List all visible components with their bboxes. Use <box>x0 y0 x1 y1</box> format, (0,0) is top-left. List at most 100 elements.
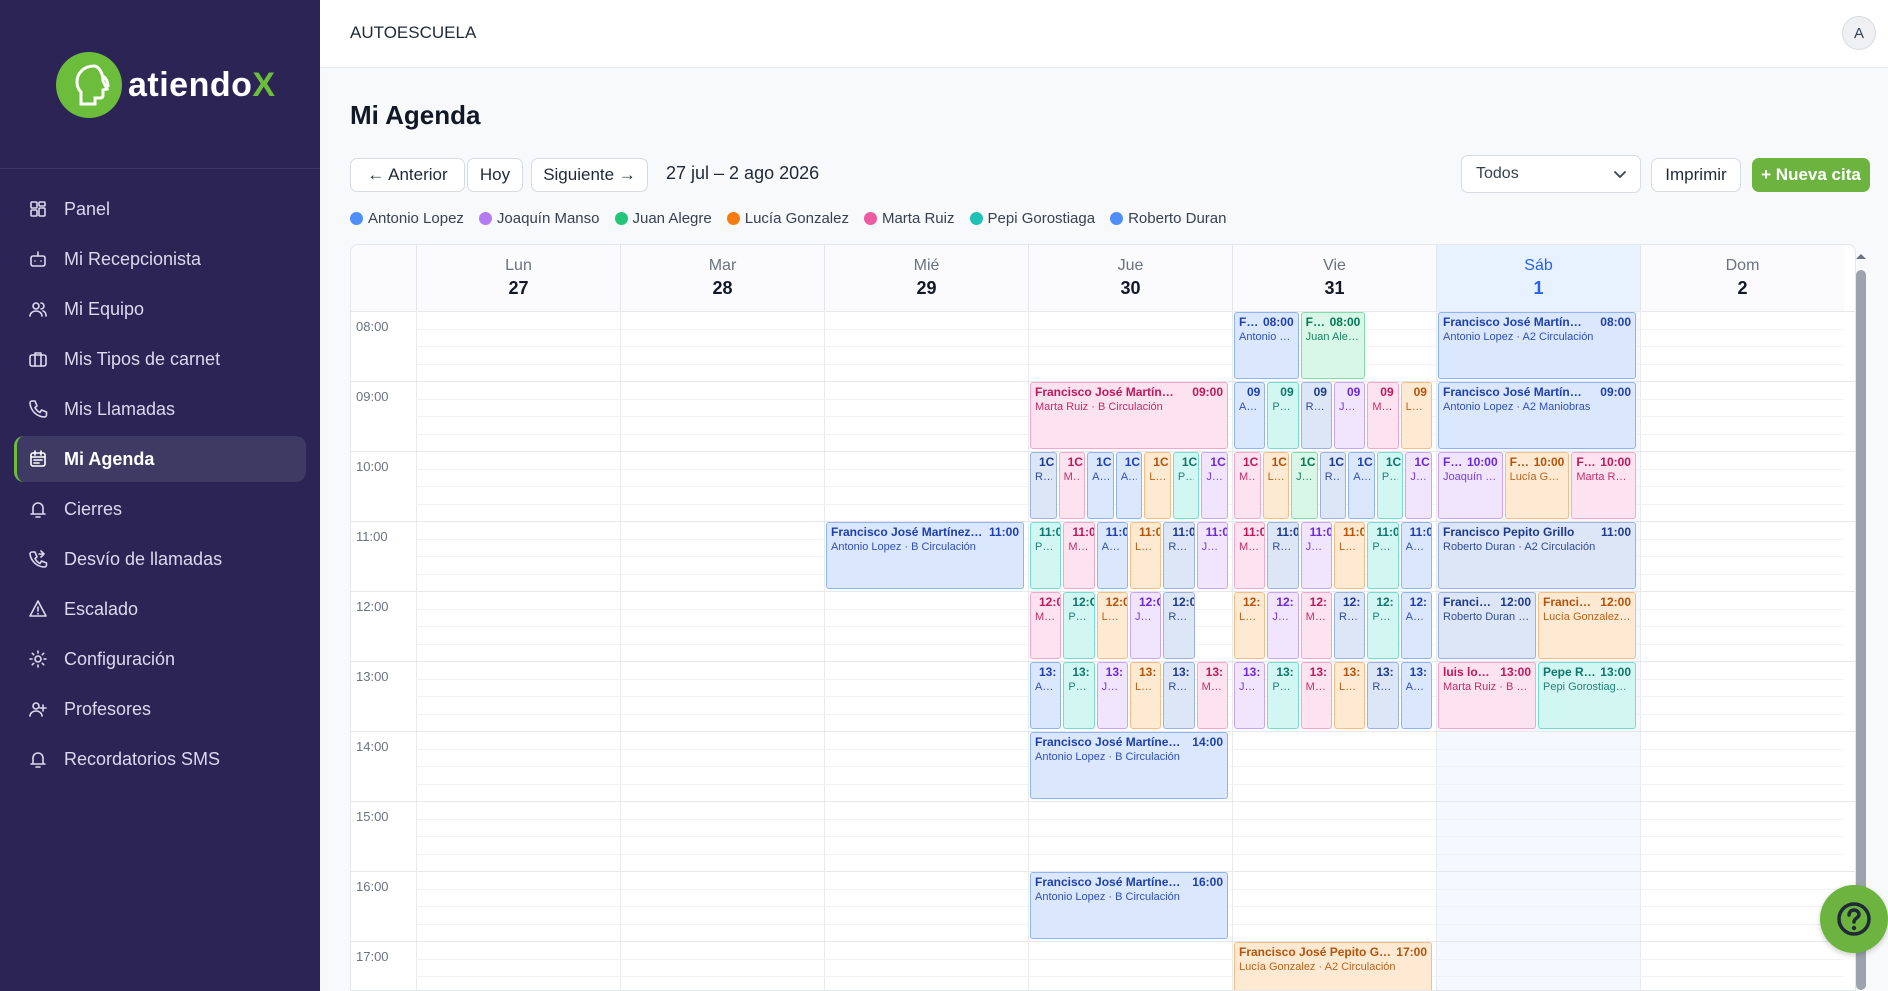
user-avatar[interactable]: A <box>1842 16 1876 50</box>
appointment-event[interactable]: Francisco José Martín… 08:00 Antonio Lopez… <box>1438 312 1636 379</box>
appointment-event[interactable]: 12:C Joa… <box>1130 592 1162 659</box>
brand-logo[interactable]: atiendoX <box>56 52 276 118</box>
sidebar-item-profesores[interactable]: Profesores <box>14 686 306 732</box>
sidebar-item-mi-recepcionista[interactable]: Mi Recepcionista <box>14 236 306 282</box>
appointment-event[interactable]: 1C A… <box>1087 452 1114 519</box>
day-header[interactable]: Mié 29 <box>824 245 1028 311</box>
next-week-button[interactable]: Siguiente → <box>531 158 648 192</box>
sidebar-item-mi-equipo[interactable]: Mi Equipo <box>14 286 306 332</box>
day-header[interactable]: Vie 31 <box>1232 245 1436 311</box>
scroll-up-arrow-icon[interactable] <box>1853 250 1869 262</box>
sidebar-item-panel[interactable]: Panel <box>14 186 306 232</box>
sidebar-item-mi-agenda[interactable]: Mi Agenda <box>14 436 306 482</box>
appointment-event[interactable]: Francisco José Martíne… 14:00 Antonio Lope… <box>1030 732 1228 799</box>
appointment-event[interactable]: Francisco José Martín… 09:00 Marta Ruiz · … <box>1030 382 1228 449</box>
appointment-event[interactable]: 11:0 Pe… <box>1367 522 1399 589</box>
day-header[interactable]: Jue 30 <box>1028 245 1232 311</box>
appointment-event[interactable]: 11:0 M… <box>1234 522 1266 589</box>
appointment-event[interactable]: 13: Lu… <box>1334 662 1366 729</box>
appointment-event[interactable]: 13: A… <box>1030 662 1062 729</box>
appointment-event[interactable]: 11:0 Jo… <box>1300 522 1332 589</box>
appointment-event[interactable]: 1C L… <box>1144 452 1171 519</box>
appointment-event[interactable]: 1C A… <box>1348 452 1375 519</box>
appointment-event[interactable]: 13: A… <box>1400 662 1432 729</box>
appointment-event[interactable]: Franci…08:00 Antonio Lopez ·… <box>1234 312 1299 379</box>
appointment-event[interactable]: F… 10:00 Marta Ru… <box>1571 452 1636 519</box>
sidebar-item-escalado[interactable]: Escalado <box>14 586 306 632</box>
appointment-event[interactable]: 1C A… <box>1115 452 1143 519</box>
appointment-event[interactable]: 13: Jo… <box>1096 662 1128 729</box>
appointment-event[interactable]: 09 Lu… <box>1400 382 1432 449</box>
appointment-event[interactable]: 1C L… <box>1262 452 1290 519</box>
appointment-event[interactable]: 09 A… <box>1234 382 1266 449</box>
appointment-event[interactable]: 12:0 Ro… <box>1163 592 1195 659</box>
sidebar-item-mis-tipos-de-carnet[interactable]: Mis Tipos de carnet <box>14 336 306 382</box>
appointment-event[interactable]: 13: Pe… <box>1063 662 1095 729</box>
day-header[interactable]: Lun 27 <box>416 245 620 311</box>
appointment-event[interactable]: Francisco José Pepito G… 17:00 Lucía Gonza… <box>1234 942 1432 990</box>
today-button[interactable]: Hoy <box>467 158 523 192</box>
appointment-event[interactable]: 09 M… <box>1367 382 1399 449</box>
appointment-event[interactable]: Francisco Pepito Grillo 11:00 Roberto Dura… <box>1438 522 1636 589</box>
appointment-event[interactable]: 1C J… <box>1291 452 1318 519</box>
appointment-event[interactable]: 12:C Pep… <box>1063 592 1095 659</box>
prev-week-button[interactable]: ← Anterior <box>350 158 465 192</box>
appointment-event[interactable]: 11:0 Pe… <box>1030 522 1062 589</box>
teacher-filter-select[interactable]: Todos <box>1461 155 1641 193</box>
appointment-event[interactable]: Pepe R… 13:00 Pepi Gorostiag… <box>1538 662 1636 729</box>
appointment-event[interactable]: 12: A… <box>1400 592 1432 659</box>
day-header[interactable]: Sáb 1 <box>1436 245 1640 311</box>
day-header[interactable]: Mar 28 <box>620 245 824 311</box>
appointment-event[interactable]: 1C J… <box>1201 452 1228 519</box>
appointment-event[interactable]: 11:0 Jo… <box>1196 522 1228 589</box>
appointment-event[interactable]: Francisco José Martíne… 16:00 Antonio Lope… <box>1030 872 1228 939</box>
sidebar-item-recordatorios-sms[interactable]: Recordatorios SMS <box>14 736 306 782</box>
sidebar-item-cierres[interactable]: Cierres <box>14 486 306 532</box>
appointment-event[interactable]: 13: Ro… <box>1367 662 1399 729</box>
appointment-event[interactable]: 13: Ro… <box>1163 662 1195 729</box>
appointment-event[interactable]: 11:0 Lu… <box>1130 522 1162 589</box>
appointment-event[interactable]: 11:0 A… <box>1400 522 1432 589</box>
appointment-event[interactable]: 11:0 Lu… <box>1334 522 1366 589</box>
appointment-event[interactable]: 12:0 Luc… <box>1096 592 1128 659</box>
appointment-event[interactable]: 12: Lu… <box>1234 592 1266 659</box>
appointment-event[interactable]: 12: M… <box>1300 592 1332 659</box>
appointment-event[interactable]: Franci…08:00 Juan Alegre · A… <box>1300 312 1366 379</box>
appointment-event[interactable]: 13: M… <box>1300 662 1332 729</box>
sidebar-item-mis-llamadas[interactable]: Mis Llamadas <box>14 386 306 432</box>
appointment-event[interactable]: 13: Jo… <box>1234 662 1266 729</box>
appointment-event[interactable]: 13: Lu… <box>1130 662 1162 729</box>
appointment-event[interactable]: 11:0 Ro… <box>1267 522 1299 589</box>
appointment-event[interactable]: 12: Jo… <box>1267 592 1299 659</box>
appointment-event[interactable]: 1C R… <box>1319 452 1347 519</box>
new-appointment-button[interactable]: + Nueva cita <box>1752 158 1870 192</box>
appointment-event[interactable]: Franci… 12:00 Lucía Gonzalez … <box>1538 592 1636 659</box>
appointment-event[interactable]: F… 10:00 Lucía Go… <box>1504 452 1570 519</box>
appointment-event[interactable]: 13: M… <box>1196 662 1228 729</box>
sidebar-item-configuracion[interactable]: Configuración <box>14 636 306 682</box>
appointment-event[interactable]: F… 10:00 Joaquín … <box>1438 452 1503 519</box>
appointment-event[interactable]: 1C R… <box>1030 452 1057 519</box>
appointment-event[interactable]: Francisco José Martín… 09:00 Antonio Lopez… <box>1438 382 1636 449</box>
appointment-event[interactable]: 09 Pe… <box>1267 382 1299 449</box>
appointment-event[interactable]: 1C M… <box>1058 452 1086 519</box>
print-button[interactable]: Imprimir <box>1651 158 1741 192</box>
appointment-event[interactable]: Franci… 12:00 Roberto Duran ·… <box>1438 592 1536 659</box>
calendar-scrollbar-thumb[interactable] <box>1856 270 1866 990</box>
appointment-event[interactable]: 1C P… <box>1376 452 1404 519</box>
appointment-event[interactable]: 11:0 M… <box>1063 522 1095 589</box>
appointment-event[interactable]: 11:0 Ro… <box>1163 522 1195 589</box>
appointment-event[interactable]: 09 Ro… <box>1300 382 1332 449</box>
appointment-event[interactable]: 13: Pe… <box>1267 662 1299 729</box>
help-button[interactable] <box>1820 885 1888 953</box>
appointment-event[interactable]: 12: Pe… <box>1367 592 1399 659</box>
appointment-event[interactable]: Francisco José Martínez… 11:00 Antonio Lop… <box>826 522 1024 589</box>
appointment-event[interactable]: 1C P… <box>1172 452 1200 519</box>
sidebar-item-desvio-de-llamadas[interactable]: Desvío de llamadas <box>14 536 306 582</box>
appointment-event[interactable]: luis lo… 13:00 Marta Ruiz · B C… <box>1438 662 1536 729</box>
appointment-event[interactable]: 12:0 Mar… <box>1030 592 1062 659</box>
appointment-event[interactable]: 11:0 A… <box>1096 522 1128 589</box>
appointment-event[interactable]: 1C J… <box>1405 452 1432 519</box>
day-header[interactable]: Dom 2 <box>1640 245 1844 311</box>
appointment-event[interactable]: 09 Jo… <box>1334 382 1366 449</box>
